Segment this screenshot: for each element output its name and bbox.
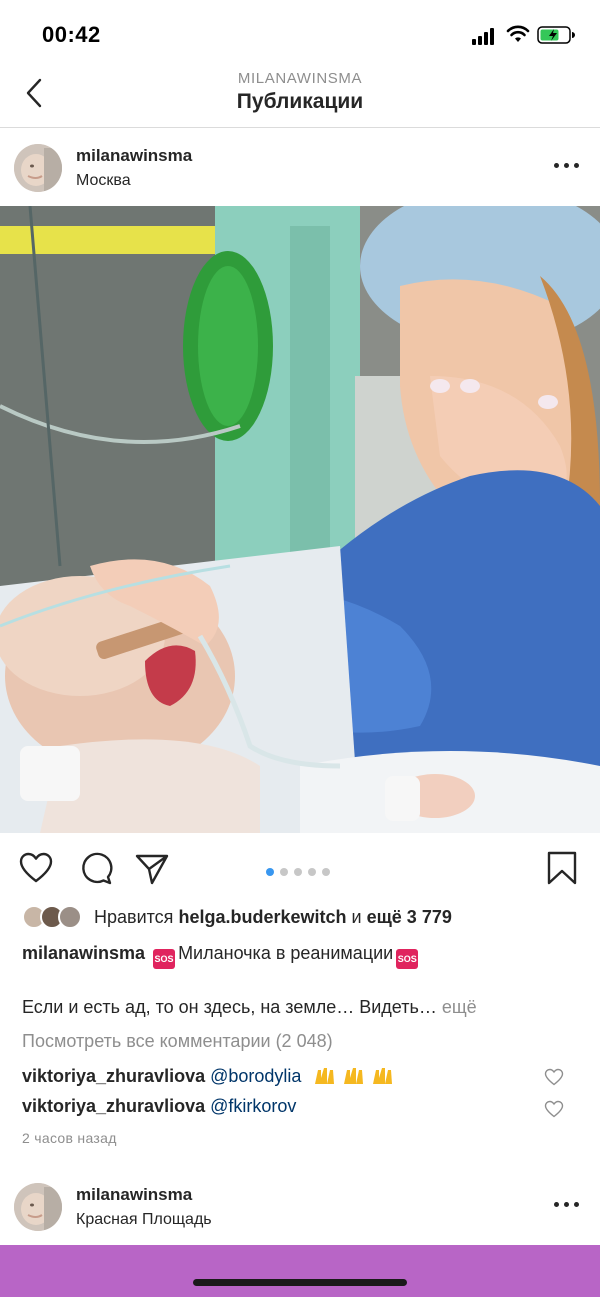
wifi-icon — [506, 25, 530, 42]
likes-count[interactable]: ещё 3 779 — [367, 907, 452, 927]
carousel-dot — [294, 868, 302, 876]
post-photo[interactable] — [0, 206, 600, 833]
post-header: milanawinsma Москва — [0, 130, 600, 206]
more-options-icon[interactable] — [554, 1199, 580, 1209]
action-bar — [0, 840, 600, 898]
likes-text: Нравится helga.buderkewitch и ещё 3 779 — [94, 907, 452, 928]
avatar[interactable] — [14, 144, 62, 192]
battery-icon — [537, 26, 575, 44]
caption-continued: Если и есть ад, то он здесь, на земле… В… — [22, 997, 477, 1018]
likes-conj: и — [351, 907, 362, 927]
carousel-dot — [280, 868, 288, 876]
caption-more-link[interactable]: ещё — [442, 997, 477, 1017]
comment-mention[interactable]: @borodylia — [210, 1066, 301, 1086]
likes-prefix: Нравится — [94, 907, 174, 927]
nav-header: MILANAWINSMA Публикации — [0, 64, 600, 128]
avatar[interactable] — [14, 1183, 62, 1231]
comment-like-heart-icon[interactable] — [544, 1068, 564, 1086]
carousel-dot — [322, 868, 330, 876]
caption: milanawinsma SOS Миланочка в реанимации SO… — [22, 943, 421, 969]
carousel-dot — [308, 868, 316, 876]
status-time: 00:42 — [42, 22, 101, 47]
post-location[interactable]: Москва — [76, 172, 131, 190]
caption-continued-text: Если и есть ад, то он здесь, на земле… В… — [22, 997, 437, 1017]
bottom-bar — [0, 1245, 600, 1297]
share-icon[interactable] — [134, 850, 170, 886]
comment-username[interactable]: viktoriya_zhuravliova — [22, 1066, 205, 1086]
comment-like-heart-icon[interactable] — [544, 1100, 564, 1118]
comment-mention[interactable]: @fkirkorov — [210, 1096, 296, 1116]
carousel-dot — [266, 868, 274, 876]
caption-text: Миланочка в реанимации — [178, 943, 394, 963]
post-username[interactable]: milanawinsma — [76, 1185, 192, 1205]
heart-icon[interactable] — [18, 850, 54, 886]
liker-avatars — [22, 905, 86, 931]
comment: viktoriya_zhuravliova @borodylia — [22, 1064, 582, 1090]
status-bar: 00:42 — [0, 0, 600, 64]
comment-username[interactable]: viktoriya_zhuravliova — [22, 1096, 205, 1116]
home-indicator[interactable] — [193, 1279, 407, 1286]
next-post-header: milanawinsma Красная Площадь — [0, 1169, 600, 1245]
raised-hands-icon — [315, 1068, 393, 1084]
post-username[interactable]: milanawinsma — [76, 146, 192, 166]
liker-username[interactable]: helga.buderkewitch — [178, 907, 346, 927]
view-all-comments-link[interactable]: Посмотреть все комментарии (2 048) — [22, 1031, 333, 1052]
sos-icon: SOS — [396, 949, 419, 969]
carousel-dots — [266, 863, 336, 876]
post-location[interactable]: Красная Площадь — [76, 1211, 212, 1229]
page-title: Публикации — [236, 90, 364, 113]
avatar — [58, 905, 82, 929]
comment-icon[interactable] — [78, 850, 114, 886]
signal-icon — [472, 27, 498, 45]
post-timestamp: 2 часов назад — [22, 1130, 117, 1146]
comment: viktoriya_zhuravliova @fkirkorov — [22, 1096, 582, 1122]
nav-subtitle: MILANAWINSMA — [237, 70, 363, 87]
bookmark-icon[interactable] — [544, 850, 580, 886]
more-options-icon[interactable] — [554, 160, 580, 170]
caption-username[interactable]: milanawinsma — [22, 943, 145, 963]
sos-icon: SOS — [153, 949, 176, 969]
